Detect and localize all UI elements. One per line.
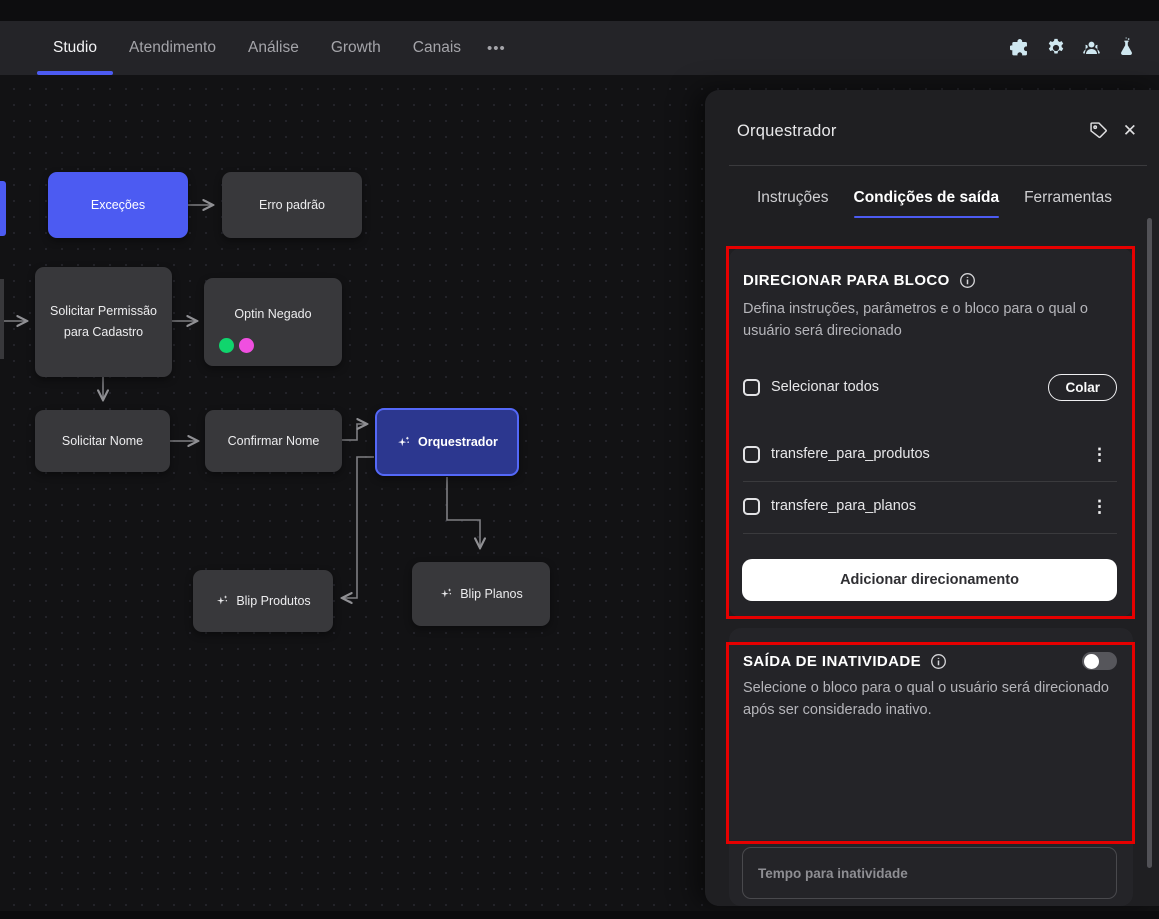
main-navbar: Studio Atendimento Análise Growth Canais… xyxy=(0,21,1159,75)
inactivity-note: Defina o tempo máximo sem interação na c… xyxy=(741,904,1113,906)
select-all-label: Selecionar todos xyxy=(771,379,879,395)
panel-tabs: Instruções Condições de saída Ferramenta… xyxy=(757,189,1112,218)
window-bottom-strip xyxy=(0,911,1159,919)
offscreen-node-blue xyxy=(0,181,6,236)
inactivity-toggle[interactable] xyxy=(1082,652,1117,670)
section-heading: SAÍDA DE INATIVIDADE xyxy=(743,653,921,670)
ai-sparkle-icon xyxy=(396,435,411,450)
flow-node-blip-planos[interactable]: Blip Planos xyxy=(412,562,550,626)
redirect-item-label: transfere_para_produtos xyxy=(771,446,930,462)
ai-sparkle-icon xyxy=(439,587,453,601)
row-divider xyxy=(743,533,1117,534)
flow-node-confirmar-nome[interactable]: Confirmar Nome xyxy=(205,410,342,472)
offscreen-node-gray xyxy=(0,279,4,359)
tag-icon[interactable] xyxy=(1088,120,1109,141)
status-dot-magenta xyxy=(239,338,254,353)
redirect-item-checkbox[interactable] xyxy=(743,446,760,463)
kebab-menu-icon[interactable]: ⋮ xyxy=(1082,498,1117,515)
nav-more-menu[interactable]: ••• xyxy=(487,40,506,57)
paste-button[interactable]: Colar xyxy=(1048,374,1117,401)
info-icon[interactable] xyxy=(959,272,976,289)
flow-node-excecoes[interactable]: Exceções xyxy=(48,172,188,238)
window-top-strip xyxy=(0,0,1159,21)
tab-instrucoes[interactable]: Instruções xyxy=(757,189,829,218)
flow-node-solicitar-nome[interactable]: Solicitar Nome xyxy=(35,410,170,472)
users-icon[interactable] xyxy=(1080,37,1103,59)
row-divider xyxy=(743,481,1117,482)
panel-scrollbar[interactable] xyxy=(1147,218,1152,868)
redirect-item-checkbox[interactable] xyxy=(743,498,760,515)
add-redirect-button[interactable]: Adicionar direcionamento xyxy=(742,559,1117,601)
nav-tab-growth[interactable]: Growth xyxy=(331,21,381,75)
tab-ferramentas[interactable]: Ferramentas xyxy=(1024,189,1112,218)
kebab-menu-icon[interactable]: ⋮ xyxy=(1082,446,1117,463)
flow-node-blip-produtos[interactable]: Blip Produtos xyxy=(193,570,333,632)
puzzle-icon[interactable] xyxy=(1010,37,1032,59)
close-icon[interactable]: ✕ xyxy=(1123,122,1137,139)
nav-tab-atendimento[interactable]: Atendimento xyxy=(129,21,216,75)
flow-node-optin-negado[interactable]: Optin Negado xyxy=(204,278,342,366)
nav-tab-analise[interactable]: Análise xyxy=(248,21,299,75)
section-direcionar-para-bloco: DIRECIONAR PARA BLOCO Defina instruções,… xyxy=(729,248,1133,617)
tab-condicoes-de-saida[interactable]: Condições de saída xyxy=(854,189,1000,218)
redirect-item-row: transfere_para_produtos ⋮ xyxy=(743,442,1117,466)
section-heading: DIRECIONAR PARA BLOCO xyxy=(743,272,950,289)
section-description: Selecione o bloco para o qual o usuário … xyxy=(743,678,1109,721)
inactivity-time-input[interactable] xyxy=(742,847,1117,899)
flask-icon[interactable] xyxy=(1116,37,1137,59)
flow-node-erro-padrao[interactable]: Erro padrão xyxy=(222,172,362,238)
flow-node-orquestrador[interactable]: Orquestrador xyxy=(375,408,519,476)
section-description: Defina instruções, parâmetros e o bloco … xyxy=(743,299,1095,342)
flow-node-solicitar-permissao[interactable]: Solicitar Permissão para Cadastro xyxy=(35,267,172,377)
redirect-item-label: transfere_para_planos xyxy=(771,498,916,514)
header-divider xyxy=(729,165,1147,166)
block-settings-panel: Orquestrador ✕ Instruções Condições de s… xyxy=(705,90,1159,906)
ai-sparkle-icon xyxy=(215,594,229,608)
nav-tab-studio[interactable]: Studio xyxy=(53,21,97,75)
nav-tab-canais[interactable]: Canais xyxy=(413,21,461,75)
panel-title: Orquestrador xyxy=(737,122,837,141)
redirect-item-row: transfere_para_planos ⋮ xyxy=(743,494,1117,518)
nav-items: Studio Atendimento Análise Growth Canais xyxy=(0,21,461,75)
gear-icon[interactable] xyxy=(1045,37,1067,59)
select-all-checkbox[interactable] xyxy=(743,379,760,396)
section-saida-de-inatividade: SAÍDA DE INATIVIDADE Selecione o bloco p… xyxy=(729,628,1133,906)
info-icon[interactable] xyxy=(930,653,947,670)
status-dot-green xyxy=(219,338,234,353)
